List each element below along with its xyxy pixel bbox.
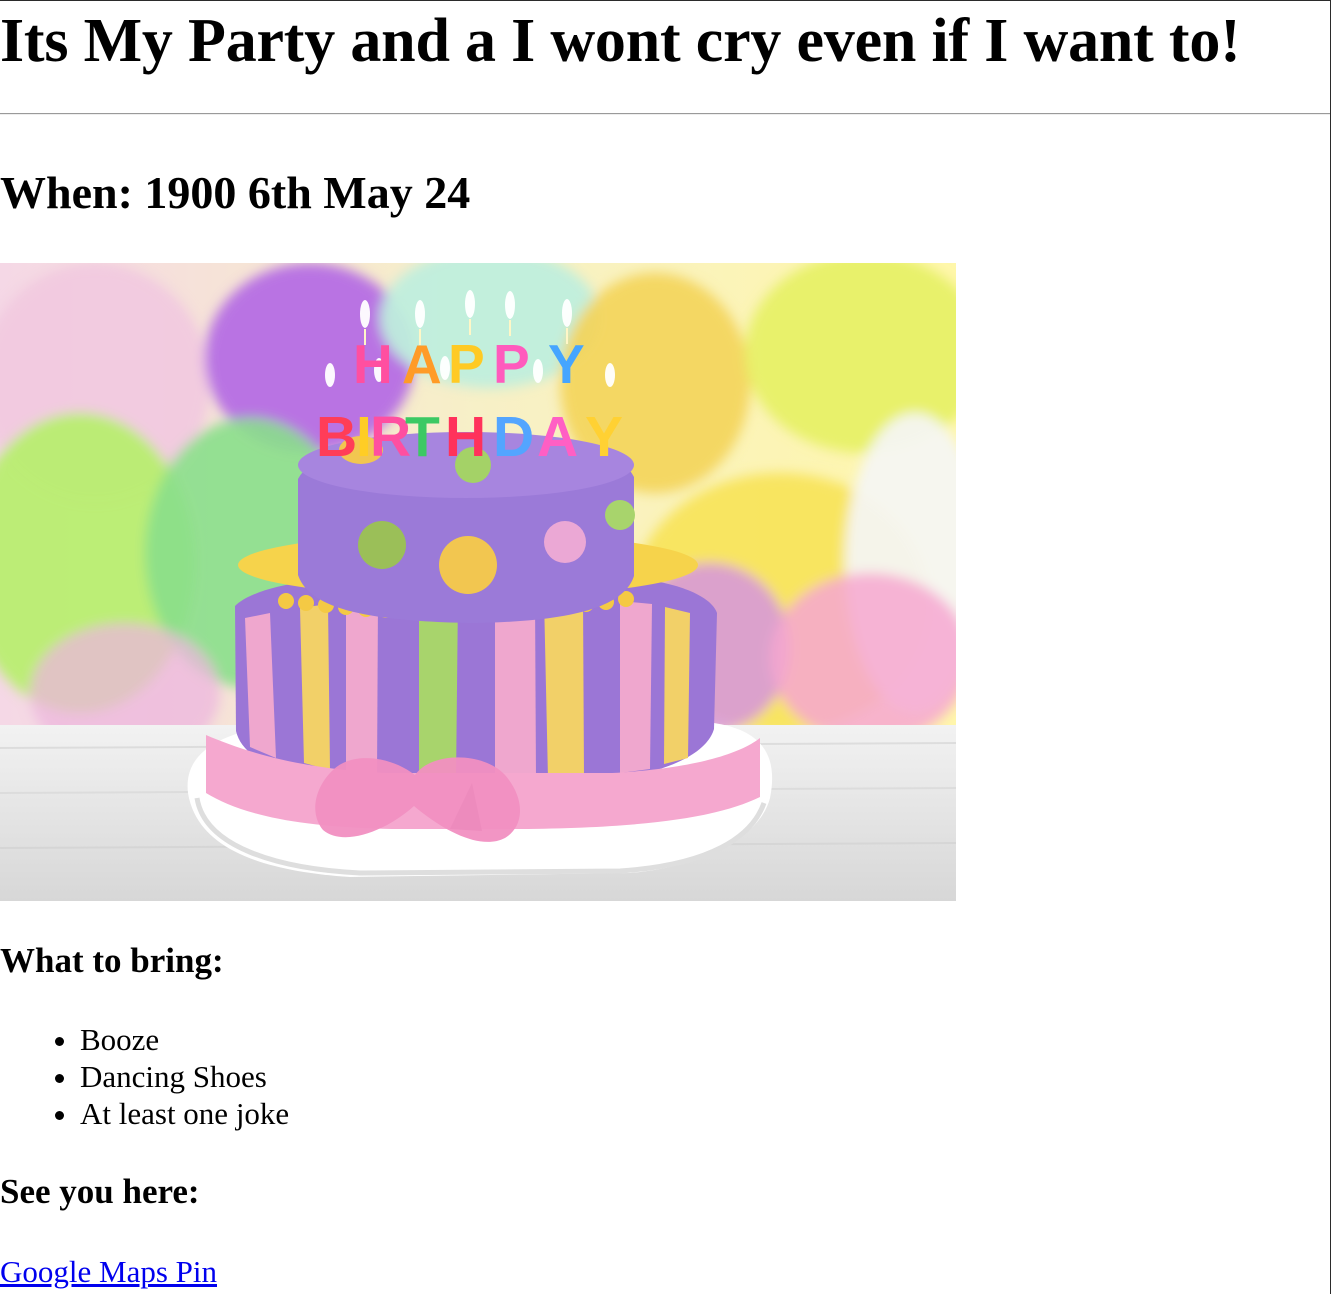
bring-list-item: Booze — [80, 1021, 289, 1058]
svg-text:P: P — [448, 333, 485, 395]
svg-text:T: T — [405, 405, 440, 469]
svg-text:H: H — [353, 333, 393, 395]
birthday-cake-image: H A P P Y B I R T H D A Y — [0, 263, 956, 901]
google-maps-pin-link[interactable]: Google Maps Pin — [0, 1252, 217, 1292]
svg-text:B: B — [316, 405, 357, 469]
bring-list-item: Dancing Shoes — [80, 1058, 289, 1095]
svg-text:A: A — [537, 405, 578, 469]
svg-text:Y: Y — [585, 405, 623, 469]
title-divider — [0, 113, 1330, 115]
bring-list-item: At least one joke — [80, 1095, 289, 1132]
svg-text:D: D — [493, 405, 534, 469]
svg-text:H: H — [445, 405, 486, 469]
see-you-here-heading: See you here: — [0, 1172, 200, 1211]
page-title: Its My Party and a I wont cry even if I … — [0, 7, 1241, 75]
svg-text:P: P — [493, 333, 530, 395]
bring-list: Booze Dancing Shoes At least one joke — [0, 1021, 289, 1132]
what-to-bring-heading: What to bring: — [0, 941, 224, 980]
event-when-heading: When: 1900 6th May 24 — [0, 167, 471, 218]
svg-text:A: A — [402, 333, 442, 395]
